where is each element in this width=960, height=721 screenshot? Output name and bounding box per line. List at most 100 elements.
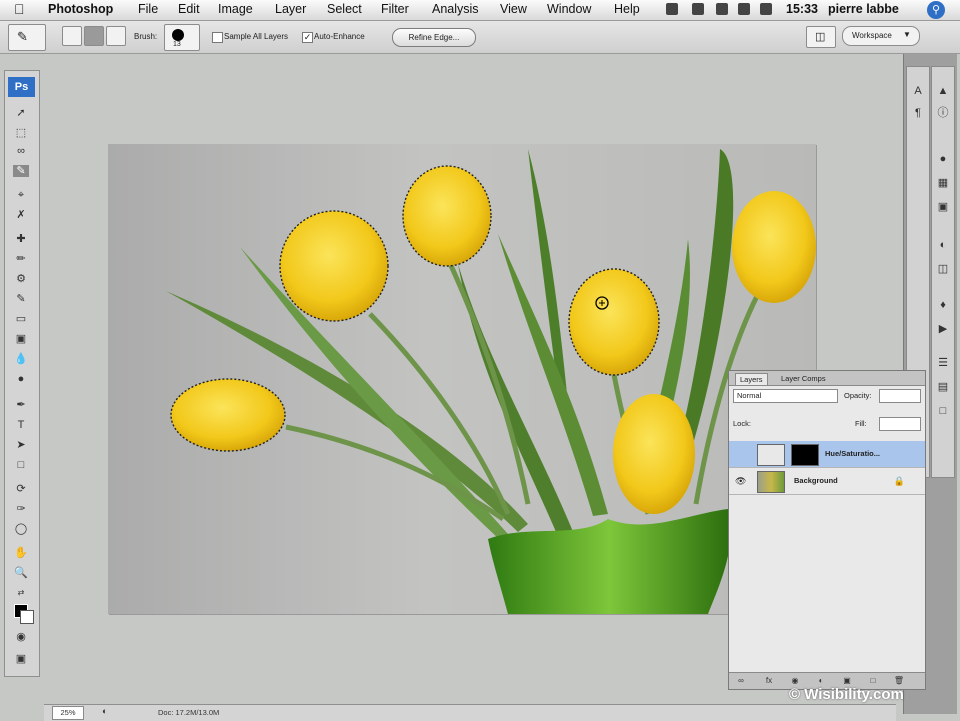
refine-edge-button[interactable]: Refine Edge... <box>392 28 476 47</box>
masks-panel-icon[interactable]: ◫ <box>936 263 950 276</box>
clone-stamp-tool-icon[interactable]: ⚙ <box>13 273 29 285</box>
path-selection-tool-icon[interactable]: ➤ <box>13 439 29 451</box>
healing-brush-tool-icon[interactable]: ✚ <box>13 233 29 245</box>
tab-layer-comps[interactable]: Layer Comps <box>777 373 830 384</box>
menu-image[interactable]: Image <box>218 2 253 16</box>
new-adjustment-layer-icon[interactable]: ◐ <box>815 676 827 686</box>
swap-colors-icon[interactable]: ⇄ <box>13 587 29 599</box>
paragraph-panel-icon[interactable]: ¶ <box>911 107 925 120</box>
subtract-from-selection-button[interactable] <box>106 26 126 46</box>
sample-all-layers-checkbox[interactable] <box>212 32 223 43</box>
marquee-tool-icon[interactable]: ⬚ <box>13 127 29 139</box>
wifi-icon[interactable] <box>716 3 728 15</box>
tool-preset-picker[interactable]: ✎ <box>8 24 46 51</box>
dodge-tool-icon[interactable]: ● <box>13 373 29 385</box>
workspace-menu-button[interactable]: Workspace ▼ <box>842 26 920 46</box>
menu-select[interactable]: Select <box>327 2 362 16</box>
opacity-field[interactable] <box>879 389 921 403</box>
quick-selection-tool-icon[interactable]: ✎ <box>13 165 29 177</box>
menu-app-name[interactable]: Photoshop <box>48 2 113 16</box>
layers-panel-icon[interactable]: ☰ <box>936 357 950 370</box>
layer-row-hue-saturation[interactable]: Hue/Saturatio... <box>729 441 925 468</box>
menu-user-name[interactable]: pierre labbe <box>828 2 899 16</box>
menu-edit[interactable]: Edit <box>178 2 200 16</box>
document-size-info[interactable]: Doc: 17.2M/13.0M <box>158 708 219 717</box>
trash-icon[interactable]: 🗑 <box>893 676 905 686</box>
crop-tool-icon[interactable]: ⌖ <box>13 189 29 201</box>
zoom-level-field[interactable]: 25% <box>52 706 84 720</box>
brush-label: Brush: <box>134 32 158 41</box>
eye-icon[interactable]: 👁 <box>735 476 746 486</box>
color-panel-icon[interactable]: ● <box>936 153 950 166</box>
adjustments-panel-icon[interactable]: ◐ <box>936 239 950 252</box>
screen-mode-icon[interactable]: ▣ <box>13 653 29 665</box>
3d-rotate-tool-icon[interactable]: ⟳ <box>13 483 29 495</box>
dock-column-2: ▲ ⓘ ● ▦ ▣ ◐ ◫ ♦ ▶ ☰ ▤ □ <box>931 66 955 478</box>
menu-filter[interactable]: Filter <box>381 2 409 16</box>
new-group-icon[interactable]: ▣ <box>841 676 853 686</box>
actions-panel-icon[interactable]: ▶ <box>936 323 950 336</box>
script-menu-icon[interactable] <box>666 3 678 15</box>
visibility-off-icon[interactable] <box>735 449 745 459</box>
menu-bar:  Photoshop File Edit Image Layer Select… <box>0 0 960 21</box>
channels-panel-icon[interactable]: ▤ <box>936 381 950 394</box>
info-panel-icon[interactable]: ⓘ <box>936 107 950 120</box>
blur-tool-icon[interactable]: 💧 <box>13 353 29 365</box>
history-panel-icon[interactable]: ♦ <box>936 299 950 312</box>
menu-view[interactable]: View <box>500 2 527 16</box>
blend-mode-select[interactable]: Normal <box>733 389 838 403</box>
menu-clock[interactable]: 15:33 <box>786 2 818 16</box>
quick-selection-icon: ✎ <box>17 29 28 44</box>
document-canvas[interactable] <box>108 144 816 614</box>
paths-panel-icon[interactable]: □ <box>936 405 950 418</box>
swatches-panel-icon[interactable]: ▦ <box>936 177 950 190</box>
spotlight-search-icon[interactable]: ⚲ <box>927 1 945 19</box>
histogram-panel-icon[interactable]: ▲ <box>936 85 950 98</box>
type-tool-icon[interactable]: T <box>13 419 29 431</box>
layer-row-background[interactable]: 👁 Background 🔒 <box>729 468 925 495</box>
bluetooth-icon[interactable] <box>692 3 704 15</box>
fill-field[interactable] <box>879 417 921 431</box>
character-panel-icon[interactable]: A <box>911 85 925 98</box>
opacity-label: Opacity: <box>844 391 872 400</box>
brush-tool-icon[interactable]: ✏ <box>13 253 29 265</box>
add-layer-style-icon[interactable]: fx <box>763 676 775 686</box>
eraser-tool-icon[interactable]: ▭ <box>13 313 29 325</box>
eyedropper-tool-icon[interactable]: ✑ <box>13 503 29 515</box>
tab-layers[interactable]: Layers <box>735 373 768 385</box>
gradient-tool-icon[interactable]: ▣ <box>13 333 29 345</box>
styles-panel-icon[interactable]: ▣ <box>936 201 950 214</box>
auto-enhance-checkbox[interactable]: ✓ <box>302 32 313 43</box>
volume-icon[interactable] <box>738 3 750 15</box>
slice-tool-icon[interactable]: ✗ <box>13 209 29 221</box>
layers-panel-tabbar: Layers Layer Comps <box>729 371 925 386</box>
watermark: © Wisibility.com <box>789 686 904 703</box>
apple-menu-icon[interactable]:  <box>14 1 25 17</box>
add-mask-icon[interactable]: ◉ <box>789 676 801 686</box>
history-brush-tool-icon[interactable]: ✎ <box>13 293 29 305</box>
menu-file[interactable]: File <box>138 2 158 16</box>
pen-tool-icon[interactable]: ✒ <box>13 399 29 411</box>
lasso-tool-icon[interactable]: ∞ <box>13 145 29 157</box>
brush-size-value: 13 <box>173 41 181 48</box>
menu-window[interactable]: Window <box>547 2 591 16</box>
bridge-button[interactable]: ◫ <box>806 26 836 48</box>
link-layers-icon[interactable]: ∞ <box>735 676 747 686</box>
zoom-tool-icon[interactable]: 🔍 <box>13 567 29 579</box>
move-tool-icon[interactable]: ➚ <box>13 107 29 119</box>
menu-layer[interactable]: Layer <box>275 2 306 16</box>
brush-tip-icon <box>172 29 184 41</box>
battery-icon[interactable] <box>760 3 772 15</box>
add-to-selection-button[interactable] <box>84 26 104 46</box>
menu-help[interactable]: Help <box>614 2 640 16</box>
new-selection-button[interactable] <box>62 26 82 46</box>
background-color-swatch[interactable] <box>20 610 34 624</box>
status-options-icon[interactable]: ◐ <box>102 706 107 716</box>
shape-tool-icon[interactable]: □ <box>13 459 29 471</box>
quick-mask-icon[interactable]: ◉ <box>13 631 29 643</box>
hand-tool-icon[interactable]: ✋ <box>13 547 29 559</box>
menu-analysis[interactable]: Analysis <box>432 2 479 16</box>
new-layer-icon[interactable]: □ <box>867 676 879 686</box>
3d-orbit-tool-icon[interactable]: ◯ <box>13 523 29 535</box>
brush-picker[interactable]: 13 <box>164 24 200 51</box>
